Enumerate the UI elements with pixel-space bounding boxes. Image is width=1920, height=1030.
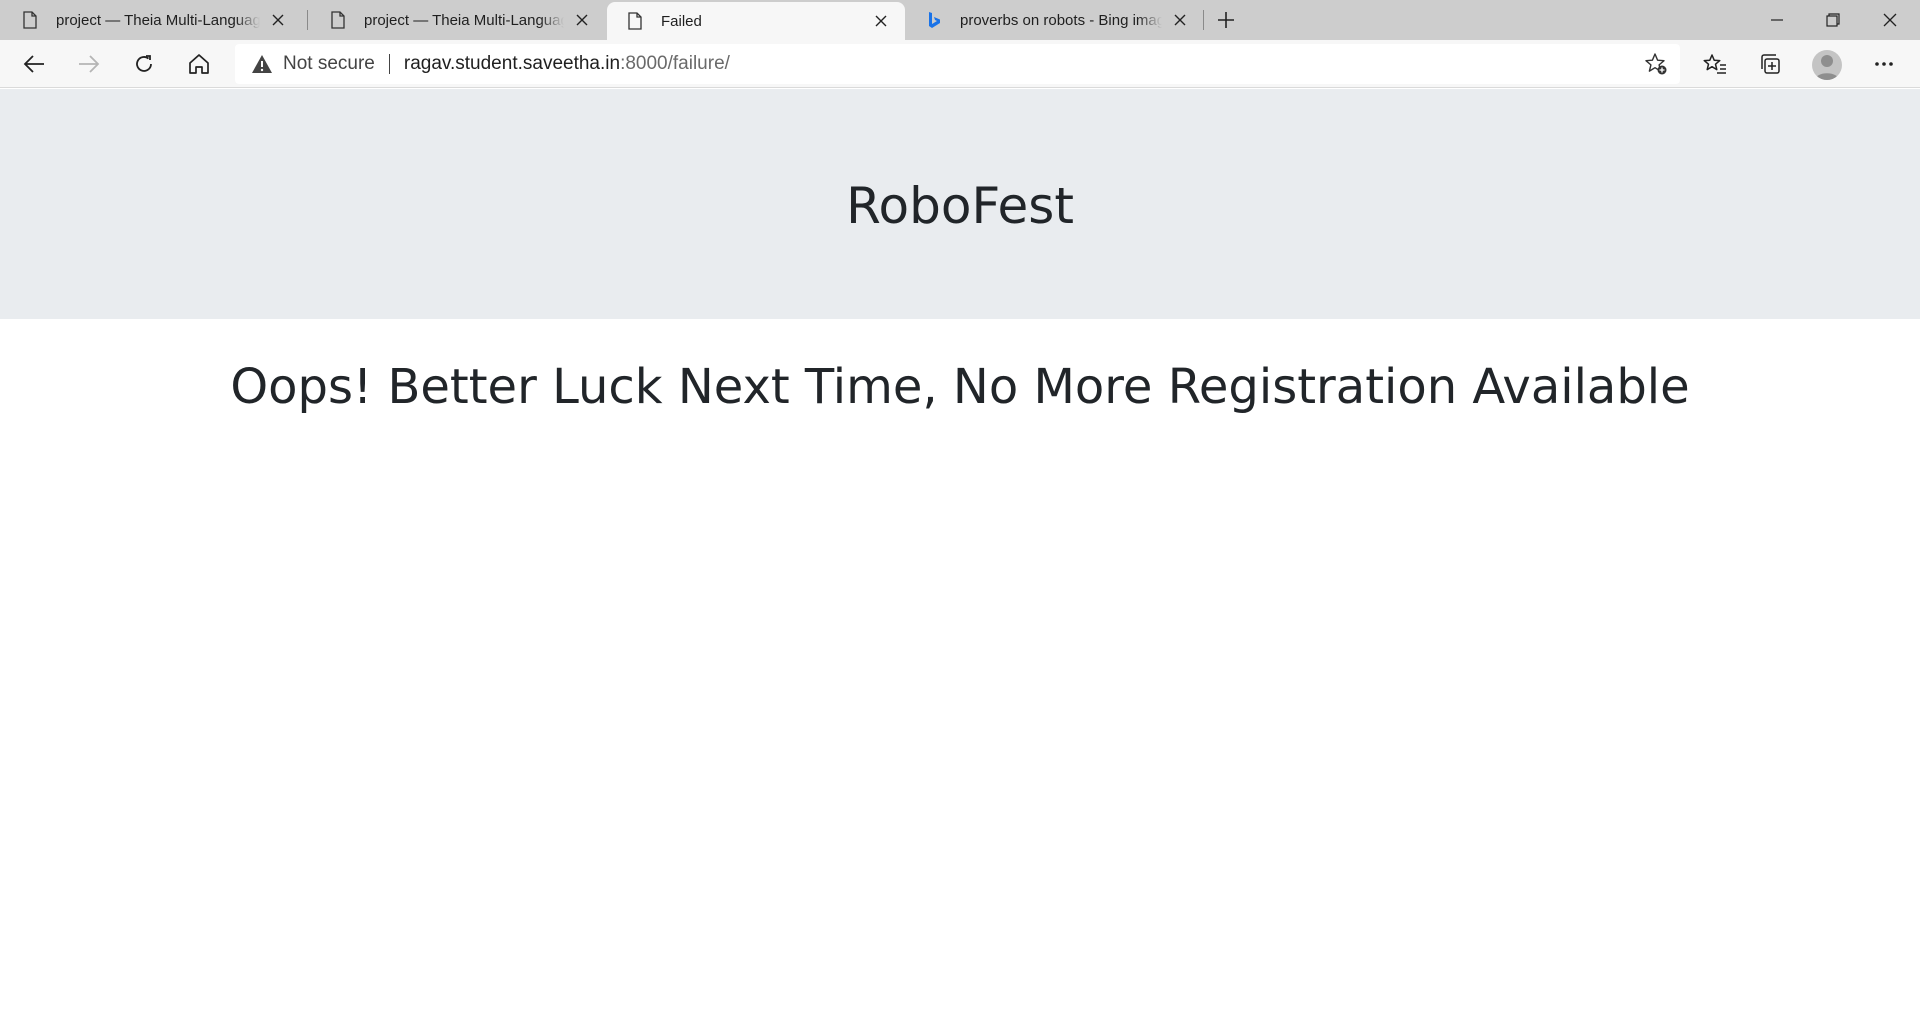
close-icon[interactable] bbox=[1170, 10, 1190, 30]
tab-divider bbox=[307, 10, 308, 30]
tab-title: project — Theia Multi-Language bbox=[56, 11, 260, 29]
tab-title: proverbs on robots - Bing images bbox=[960, 11, 1162, 29]
new-tab-button[interactable] bbox=[1212, 6, 1240, 34]
url-host: ragav.student.saveetha.in bbox=[403, 53, 621, 74]
failure-message: Oops! Better Luck Next Time, No More Reg… bbox=[230, 359, 1690, 415]
more-icon bbox=[1875, 62, 1893, 66]
window-close-button[interactable] bbox=[1862, 0, 1918, 40]
tab-project-1[interactable]: project — Theia Multi-Language bbox=[2, 0, 302, 40]
tab-divider bbox=[1203, 10, 1204, 30]
forward-button[interactable] bbox=[71, 46, 107, 82]
page-icon bbox=[22, 10, 38, 30]
page-header: RoboFest bbox=[0, 89, 1920, 319]
page-title: RoboFest bbox=[846, 177, 1074, 235]
refresh-button[interactable] bbox=[126, 46, 162, 82]
star-add-icon bbox=[1645, 53, 1667, 75]
url-path: :8000/failure/ bbox=[620, 53, 730, 74]
tab-title: project — Theia Multi-Language bbox=[364, 11, 564, 29]
tab-failed[interactable]: Failed bbox=[607, 2, 905, 40]
home-button[interactable] bbox=[181, 46, 217, 82]
page-icon bbox=[330, 10, 346, 30]
favorites-button[interactable] bbox=[1697, 46, 1733, 82]
collections-icon bbox=[1761, 54, 1780, 74]
warning-icon[interactable] bbox=[251, 53, 273, 75]
home-icon bbox=[189, 54, 209, 74]
settings-more-button[interactable] bbox=[1866, 46, 1902, 82]
add-favorite-button[interactable] bbox=[1644, 52, 1668, 76]
address-divider bbox=[388, 54, 390, 74]
close-icon bbox=[1883, 13, 1897, 27]
page-viewport: RoboFest Oops! Better Luck Next Time, No… bbox=[0, 89, 1920, 1030]
avatar[interactable] bbox=[1812, 50, 1842, 80]
favorites-icon bbox=[1703, 54, 1726, 74]
minimize-button[interactable] bbox=[1749, 0, 1805, 40]
tab-title: Failed bbox=[661, 12, 702, 30]
refresh-icon bbox=[136, 55, 152, 72]
close-icon[interactable] bbox=[572, 10, 592, 30]
plus-icon bbox=[1218, 12, 1234, 28]
close-icon[interactable] bbox=[871, 11, 891, 31]
page-icon bbox=[627, 11, 643, 31]
back-button[interactable] bbox=[16, 46, 52, 82]
browser-toolbar: Not secure ragav.student.saveetha.in:800… bbox=[0, 40, 1920, 88]
address-bar[interactable]: Not secure ragav.student.saveetha.in:800… bbox=[235, 44, 1680, 84]
security-label[interactable]: Not secure bbox=[283, 53, 375, 75]
close-icon[interactable] bbox=[268, 10, 288, 30]
restore-icon bbox=[1826, 13, 1840, 27]
restore-button[interactable] bbox=[1805, 0, 1861, 40]
user-icon bbox=[1815, 55, 1839, 80]
tab-strip: project — Theia Multi-Language project —… bbox=[0, 0, 1920, 40]
arrow-left-icon bbox=[23, 55, 44, 73]
collections-button[interactable] bbox=[1752, 46, 1788, 82]
tab-project-2[interactable]: project — Theia Multi-Language bbox=[310, 0, 606, 40]
tab-bing-images[interactable]: proverbs on robots - Bing images bbox=[906, 0, 1204, 40]
minimize-icon bbox=[1771, 19, 1783, 21]
arrow-right-icon bbox=[79, 55, 100, 73]
bing-icon bbox=[926, 10, 942, 30]
